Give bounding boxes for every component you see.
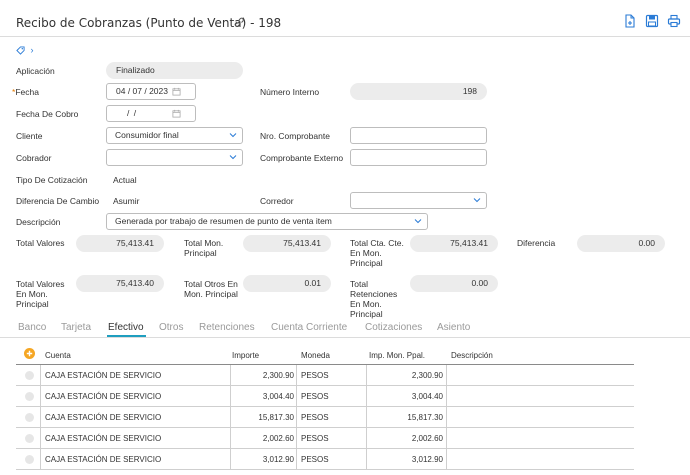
table-row[interactable]: CAJA ESTACIÓN DE SERVICIO 2,002.60 PESOS… [16, 428, 634, 449]
total-mon-principal-label: Total Mon. Principal [184, 238, 224, 258]
print-icon[interactable] [667, 14, 681, 28]
aplicacion-label: Aplicación [16, 66, 55, 76]
total-otros-label: Total Otros En Mon. Principal [184, 279, 238, 299]
tag-icon[interactable] [16, 46, 25, 55]
fecha-field[interactable]: 04 / 07 / 2023 [106, 83, 196, 100]
tipo-cotizacion-value: Actual [113, 175, 137, 185]
header-divider [0, 36, 690, 37]
chevron-down-icon[interactable] [414, 216, 422, 226]
cliente-label: Cliente [16, 131, 43, 141]
fecha-cobro-field[interactable]: / / [106, 105, 196, 122]
delete-row-icon[interactable] [25, 371, 34, 380]
tab-asiento[interactable]: Asiento [437, 322, 470, 333]
cliente-select[interactable]: Consumidor final [106, 127, 243, 144]
total-otros-value: 0.01 [243, 275, 331, 292]
total-retenciones-label: Total Retenciones En Mon. Principal [350, 279, 398, 319]
fecha-label: *Fecha [12, 87, 39, 97]
column-header-cuenta: Cuenta [45, 351, 71, 360]
column-header-imp-mon-ppal: Imp. Mon. Ppal. [369, 351, 426, 360]
corredor-select[interactable] [350, 192, 487, 209]
descripcion-select[interactable]: Generada por trabajo de resumen de punto… [106, 213, 428, 230]
cobrador-label: Cobrador [16, 153, 52, 163]
table-row[interactable]: CAJA ESTACIÓN DE SERVICIO 2,300.90 PESOS… [16, 365, 634, 386]
numero-interno-label: Número Interno [260, 87, 320, 97]
delete-row-icon[interactable] [25, 434, 34, 443]
tag-toolbar: › [16, 45, 34, 55]
column-header-descripcion: Descripción [451, 351, 493, 360]
nro-comprobante-label: Nro. Comprobante [260, 131, 330, 141]
total-valores-mon-label: Total Valores En Mon. Principal [16, 279, 65, 309]
tab-efectivo[interactable]: Efectivo [108, 322, 144, 333]
calendar-icon[interactable] [172, 109, 181, 118]
add-row-icon[interactable] [24, 348, 35, 359]
diferencia-cambio-value: Asumir [113, 196, 140, 206]
tab-banco[interactable]: Banco [18, 322, 46, 333]
comprobante-externo-field[interactable] [350, 149, 487, 166]
column-header-moneda: Moneda [301, 351, 330, 360]
tipo-cotizacion-label: Tipo De Cotización [16, 175, 88, 185]
save-icon[interactable] [645, 14, 659, 28]
row-divider [16, 469, 634, 470]
fecha-cobro-label: Fecha De Cobro [16, 109, 79, 119]
total-mon-principal-value: 75,413.41 [243, 235, 331, 252]
total-valores-label: Total Valores [16, 238, 65, 248]
total-retenciones-value: 0.00 [410, 275, 498, 292]
total-cta-cte-label: Total Cta. Cte. En Mon. Principal [350, 238, 404, 268]
delete-row-icon[interactable] [25, 413, 34, 422]
total-cta-cte-value: 75,413.41 [410, 235, 498, 252]
tab-cotizaciones[interactable]: Cotizaciones [365, 322, 422, 333]
tab-cuenta-corriente[interactable]: Cuenta Corriente [271, 322, 347, 333]
total-valores-mon-value: 75,413.40 [76, 275, 164, 292]
tab-otros[interactable]: Otros [159, 322, 183, 333]
diferencia-value: 0.00 [577, 235, 665, 252]
calendar-icon[interactable] [172, 87, 181, 96]
diferencia-label: Diferencia [517, 238, 556, 248]
nro-comprobante-field[interactable] [350, 127, 487, 144]
numero-interno-value: 198 [350, 83, 487, 100]
descripcion-label: Descripción [16, 217, 61, 227]
chevron-down-icon[interactable] [229, 130, 237, 140]
link-icon[interactable] [233, 16, 245, 28]
table-row[interactable]: CAJA ESTACIÓN DE SERVICIO 15,817.30 PESO… [16, 407, 634, 428]
tab-tarjeta[interactable]: Tarjeta [61, 322, 91, 333]
total-valores-value: 75,413.41 [76, 235, 164, 252]
new-document-icon[interactable] [623, 14, 637, 28]
tab-retenciones[interactable]: Retenciones [199, 322, 255, 333]
table-row[interactable]: CAJA ESTACIÓN DE SERVICIO 3,012.90 PESOS… [16, 449, 634, 470]
comprobante-externo-label: Comprobante Externo [260, 153, 344, 163]
chevron-down-icon[interactable] [229, 152, 237, 162]
table-row[interactable]: CAJA ESTACIÓN DE SERVICIO 3,004.40 PESOS… [16, 386, 634, 407]
diferencia-cambio-label: Diferencia De Cambio [16, 196, 100, 206]
corredor-label: Corredor [260, 196, 294, 206]
delete-row-icon[interactable] [25, 392, 34, 401]
delete-row-icon[interactable] [25, 455, 34, 464]
chevron-right-icon[interactable]: › [31, 45, 34, 55]
cobrador-select[interactable] [106, 149, 243, 166]
aplicacion-status: Finalizado [106, 62, 243, 79]
column-header-importe: Importe [232, 351, 260, 360]
tabs-divider [0, 337, 690, 338]
chevron-down-icon[interactable] [473, 195, 481, 205]
